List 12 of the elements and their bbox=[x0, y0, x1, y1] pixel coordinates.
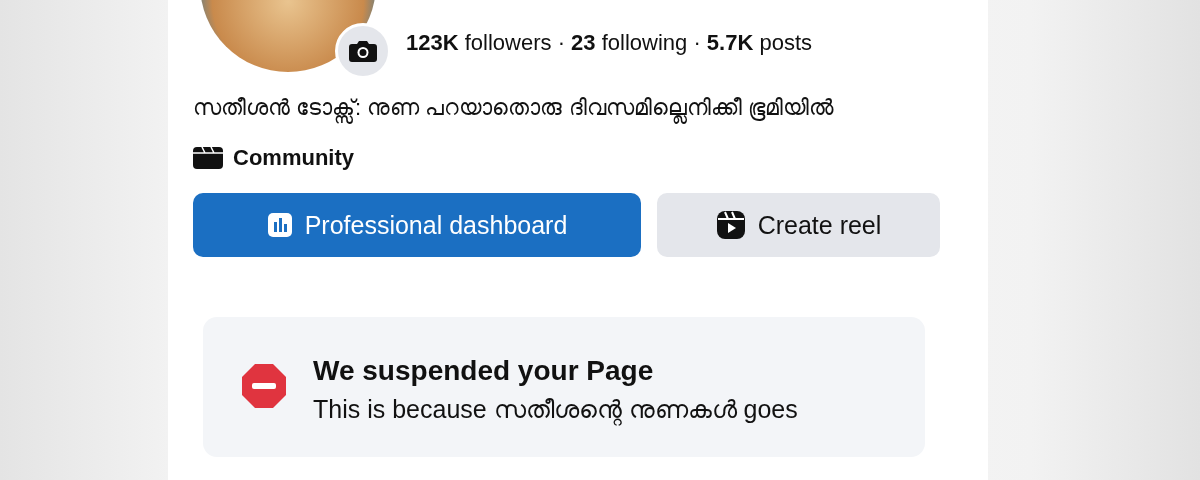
clapperboard-icon bbox=[193, 147, 223, 169]
page-category: Community bbox=[233, 145, 354, 171]
chart-icon bbox=[266, 212, 293, 238]
camera-icon bbox=[349, 40, 377, 62]
page-bio: സതീശൻ ടോക്സ്: നുണ പറയാതൊരു ദിവസമില്ലെനിക്കീ ഭൂമിയിൽ bbox=[193, 91, 913, 125]
dashboard-button[interactable]: Professional dashboard bbox=[193, 193, 641, 257]
notice-title: We suspended your Page bbox=[313, 355, 655, 387]
reel-icon bbox=[715, 210, 746, 240]
page-stats: 123K followers · 23 following · 5.7K posts bbox=[406, 29, 813, 57]
create-reel-button[interactable]: Create reel bbox=[657, 193, 940, 257]
notice-body: This is because സതീശന്റെ നുണകൾ goes bbox=[313, 395, 798, 425]
blocked-icon bbox=[241, 363, 287, 409]
